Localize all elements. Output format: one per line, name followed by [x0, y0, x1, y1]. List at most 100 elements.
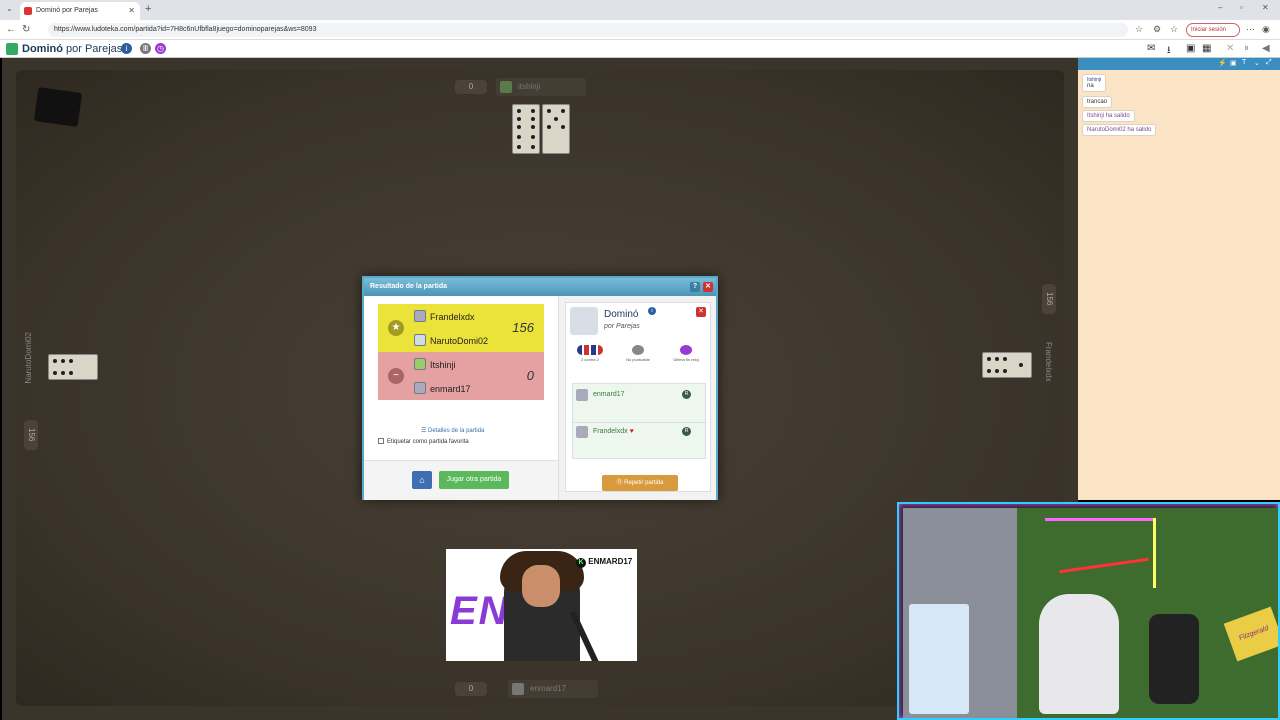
game-name: Dominó — [604, 309, 639, 320]
browser-tab[interactable]: Dominó por Parejas ✕ — [20, 2, 140, 20]
game-title-sub: por Parejas — [66, 43, 123, 55]
no-score-icon: Ⅲ — [140, 43, 151, 54]
mode-option-label: 2 contra 2 — [581, 357, 599, 362]
mail-icon[interactable]: ✉ — [1147, 43, 1155, 54]
right-score: 156 — [1042, 284, 1056, 314]
rating-icon: R — [682, 390, 691, 399]
bottom-player-name: enmard17 — [530, 684, 567, 693]
loser-player-name[interactable]: enmard17 — [430, 384, 471, 394]
repeat-match-label: Repetir partida — [624, 480, 664, 486]
lightning-icon[interactable]: ⚡ — [1218, 59, 1227, 67]
losing-team: − Itshinji enmard17 0 — [378, 352, 544, 400]
help-button[interactable]: ? — [690, 282, 700, 292]
chat-system-message: Itshinji ha salido — [1082, 110, 1135, 122]
ludoteka-logo-icon — [6, 43, 18, 55]
loser-player-name[interactable]: Itshinji — [430, 360, 456, 370]
address-bar-row: ← ↻ https://www.ludoteka.com/partida?id=… — [0, 20, 1280, 40]
player-avatar — [414, 310, 426, 322]
close-tab-icon[interactable]: ✕ — [128, 6, 135, 15]
close-window-icon[interactable]: ✕ — [1262, 3, 1269, 12]
new-tab-icon[interactable]: + — [145, 3, 151, 15]
domino-icon[interactable]: ▣ — [1186, 43, 1195, 54]
match-details-label: Detalles de la partida — [428, 428, 485, 434]
copilot-icon[interactable]: ◉ — [1262, 24, 1270, 35]
site-toolbar: Dominó por Parejas i Ⅲ ◷ ✉ ⭳ ▣ ▦ ✕ ⏸ ◀ — [0, 40, 1280, 58]
list-item[interactable]: Frandelxdx ♥ R — [573, 422, 707, 440]
tab-menu-icon[interactable]: ⌄ — [6, 4, 13, 13]
repeat-match-button[interactable]: Ⓡ Repetir partida — [602, 475, 678, 491]
match-details-link[interactable]: ☰ Detalles de la partida — [421, 427, 484, 434]
player-avatar — [576, 426, 588, 438]
scoring-option-label: No puntuable — [626, 357, 650, 362]
maximize-icon[interactable]: ▫ — [1240, 3, 1243, 12]
pause-icon[interactable]: ⏸ — [1244, 43, 1249, 54]
site-favicon-icon — [24, 7, 32, 15]
top-score: 0 — [455, 80, 487, 94]
player-avatar — [500, 81, 512, 93]
more-menu-icon[interactable]: ⋯ — [1246, 24, 1255, 35]
expand-icon[interactable]: ⤢ — [1266, 59, 1272, 67]
minus-icon: − — [388, 368, 404, 384]
rating-icon: R — [682, 427, 691, 436]
winner-player-name[interactable]: NarutoDomi02 — [430, 336, 488, 346]
streamer-tag: K ENMARD17 — [576, 557, 632, 568]
domino-tile — [982, 352, 1032, 378]
domino-game-icon — [570, 307, 598, 335]
info-icon[interactable]: i — [648, 307, 656, 315]
gaming-chair — [1039, 594, 1119, 714]
clock-option: Última fin reloj — [666, 345, 706, 362]
game-subtitle: por Parejas — [604, 323, 640, 330]
player-avatar — [414, 358, 426, 370]
streamer-tag-label: ENMARD17 — [588, 557, 633, 566]
winner-player-name[interactable]: Frandelxdx — [430, 312, 475, 322]
microphone-arm — [1149, 614, 1199, 704]
close-game-icon[interactable]: ✕ — [1226, 43, 1234, 54]
back-icon[interactable]: ← — [6, 24, 16, 35]
chat-text: trancao — [1087, 99, 1108, 105]
no-score-icon — [632, 345, 644, 355]
play-again-button[interactable]: Jugar otra partida — [439, 471, 509, 489]
bottom-player-tag[interactable]: enmard17 — [508, 680, 598, 698]
webcam-overlay: Fitzgerald — [897, 502, 1280, 720]
top-player-tag[interactable]: itshinji — [496, 78, 586, 96]
chat-options-icon[interactable]: ▣ — [1230, 59, 1237, 67]
home-button[interactable]: ⌂ — [412, 471, 432, 489]
chat-panel: ⚡ ▣ T ⌄ ⤢ Itshinji na trancao Itshinji h… — [1078, 58, 1280, 500]
close-dialog-button[interactable]: ✕ — [703, 282, 713, 292]
player-name: enmard17 — [593, 391, 625, 398]
url-field[interactable]: https://www.ludoteka.com/partida?id=7H8c… — [48, 23, 1128, 37]
result-actions: ⌂ Jugar otra partida — [364, 460, 558, 500]
color-grid-icon[interactable]: ▦ — [1202, 43, 1211, 54]
domino-tile — [512, 104, 540, 154]
streamer-face — [522, 565, 560, 607]
text-size-icon[interactable]: T — [1242, 59, 1246, 66]
minimize-icon[interactable]: – — [1218, 3, 1222, 12]
favorite-checkbox-row[interactable]: Etiquetar como partida favorita — [378, 438, 469, 445]
scoring-option: No puntuable — [618, 345, 658, 362]
favorites-icon[interactable]: ☆ — [1170, 24, 1178, 35]
sound-icon[interactable]: ◀ — [1262, 43, 1270, 54]
info-icon[interactable]: i — [121, 43, 132, 54]
signin-button[interactable]: Iniciar sesión — [1186, 23, 1240, 37]
collapse-icon[interactable]: ⌄ — [1254, 59, 1260, 67]
neon-light — [1153, 518, 1156, 588]
favorite-checkbox[interactable] — [378, 438, 384, 444]
close-card-button[interactable]: ✕ — [696, 307, 706, 317]
tab-title: Dominó por Parejas — [36, 7, 98, 14]
chat-text: Itshinji ha salido — [1087, 113, 1130, 119]
extension-icon[interactable]: ⚙ — [1153, 24, 1161, 35]
mode-option: 2 contra 2 — [570, 345, 610, 362]
player-avatar — [576, 389, 588, 401]
loser-points: 0 — [526, 368, 534, 383]
game-info-card: Dominó i por Parejas ✕ 2 contra 2 No pun… — [565, 302, 711, 492]
star-icon: ★ — [388, 320, 404, 336]
heart-icon: ♥ — [629, 428, 634, 435]
list-item[interactable]: enmard17 R — [573, 386, 707, 404]
star-icon[interactable]: ☆ — [1135, 24, 1143, 35]
reload-icon[interactable]: ↻ — [22, 24, 30, 35]
clock-icon: ◷ — [155, 43, 166, 54]
top-player-name: itshinji — [518, 82, 541, 91]
chat-system-message: NarutoDomi02 ha salido — [1082, 124, 1157, 136]
kick-icon: K — [576, 558, 586, 568]
game-info-pane: Dominó i por Parejas ✕ 2 contra 2 No pun… — [558, 296, 716, 500]
